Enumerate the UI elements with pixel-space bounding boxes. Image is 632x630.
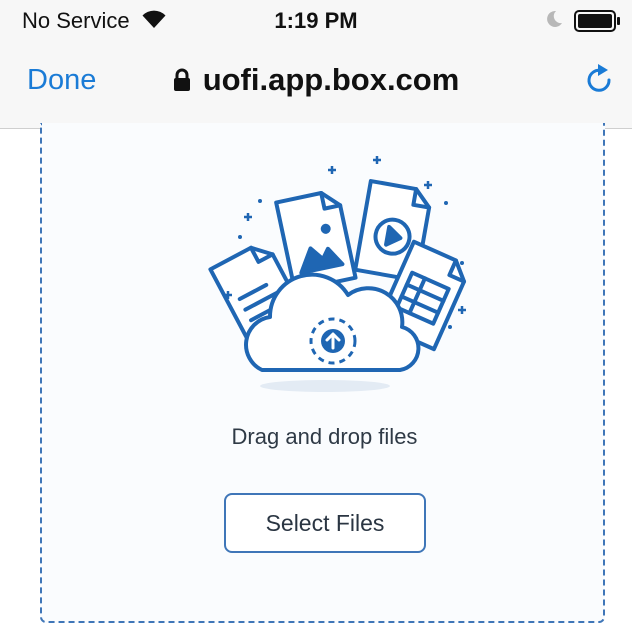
battery-icon [574,10,620,32]
select-files-button[interactable]: Select Files [224,493,426,553]
reload-icon[interactable] [582,62,616,98]
status-time: 1:19 PM [274,8,358,33]
moon-icon [547,10,562,27]
url-text: uofi.app.box.com [202,62,460,97]
browser-nav-bar: Done uofi.app.box.com [0,44,632,129]
drop-zone[interactable]: Drag and drop files Select Files [40,123,605,623]
address-bar[interactable]: uofi.app.box.com [0,62,632,98]
page-content: Drag and drop files Select Files [0,123,632,630]
upload-illustration-icon [208,156,467,372]
drag-and-drop-label: Drag and drop files [231,424,418,449]
illustration-shadow [260,380,390,392]
status-bar: No Service 1:19 PM [0,0,632,44]
lock-icon [173,68,190,91]
